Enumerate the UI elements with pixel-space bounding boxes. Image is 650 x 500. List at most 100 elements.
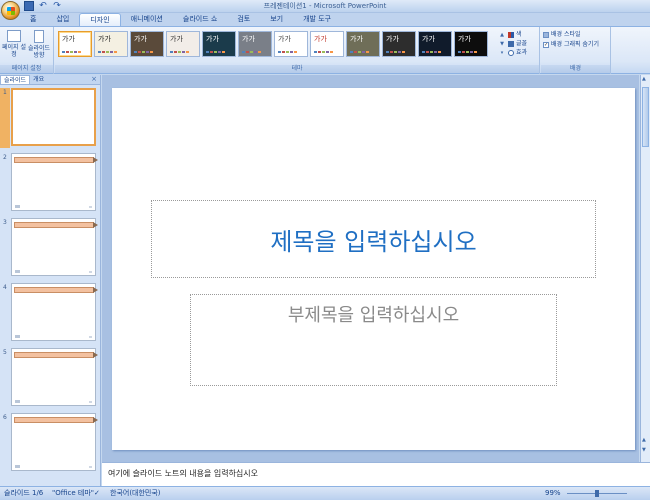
- slide-number: 5: [3, 349, 7, 356]
- next-slide-icon[interactable]: ▼: [642, 447, 646, 453]
- slide-number: 3: [3, 219, 7, 226]
- zoom-level[interactable]: 99%: [545, 487, 561, 500]
- vertical-scrollbar[interactable]: ▲ ▲ ▼: [640, 75, 650, 462]
- tab-design[interactable]: 디자인: [79, 13, 121, 26]
- title-bar-shape: [14, 352, 98, 358]
- selection-marker: [0, 88, 10, 148]
- theme-thumbnail[interactable]: 가가: [346, 31, 380, 57]
- title-bar-shape: [14, 417, 98, 423]
- theme-gallery: 가가 가가 가가 가가 가가 가가 가가 가가 가가 가가 가가 가가: [58, 31, 488, 57]
- background-options: 배경 스타일 ✓ 배경 그래픽 숨기기: [543, 30, 599, 50]
- effects-icon: [508, 49, 514, 56]
- tab-review[interactable]: 검토: [227, 13, 260, 26]
- slide-thumbnail[interactable]: [11, 218, 98, 276]
- tab-developer[interactable]: 개발 도구: [293, 13, 341, 26]
- theme-sample-text: 가가: [242, 35, 255, 43]
- slide-number: 1: [3, 89, 7, 96]
- slide-thumbnail[interactable]: [11, 153, 98, 211]
- slide-editing-area: 제목을 입력하십시오 부제목을 입력하십시오: [102, 75, 639, 462]
- zoom-knob[interactable]: [595, 490, 599, 497]
- footer-mark: [15, 400, 20, 403]
- status-bar: 슬라이드 1/6 "Office 테마" ✓ 한국어(대한민국) 99%: [0, 486, 650, 500]
- tab-slides[interactable]: 슬라이드: [0, 75, 31, 84]
- slide-thumbnail[interactable]: [11, 413, 98, 471]
- subtitle-placeholder[interactable]: 부제목을 입력하십시오: [190, 294, 557, 386]
- slide-thumbnail-row[interactable]: 4: [0, 283, 101, 345]
- theme-options: 색 글꼴 효과: [508, 30, 527, 57]
- hide-background-graphics[interactable]: ✓ 배경 그래픽 숨기기: [543, 40, 599, 50]
- theme-sample-text: 가가: [98, 35, 111, 43]
- tab-insert[interactable]: 삽입: [46, 13, 79, 26]
- page-number-mark: [89, 466, 92, 468]
- scroll-thumb[interactable]: [642, 87, 649, 147]
- theme-thumbnail[interactable]: 가가: [454, 31, 488, 57]
- slide-thumbnail-row[interactable]: 3: [0, 218, 101, 280]
- gallery-down-icon[interactable]: ▼: [498, 40, 506, 49]
- title-placeholder[interactable]: 제목을 입력하십시오: [151, 200, 596, 278]
- fonts-button[interactable]: 글꼴: [508, 39, 527, 48]
- theme-thumbnail[interactable]: 가가: [382, 31, 416, 57]
- checkbox-icon[interactable]: ✓: [543, 42, 549, 48]
- window-title: 프레젠테이션1 - Microsoft PowerPoint: [263, 2, 387, 10]
- close-icon[interactable]: ×: [91, 75, 97, 84]
- office-logo-icon: [7, 7, 15, 15]
- tab-view[interactable]: 보기: [260, 13, 293, 26]
- notes-pane[interactable]: 여기에 슬라이드 노트의 내용을 입력하십시오: [102, 462, 650, 486]
- theme-thumbnail[interactable]: 가가: [58, 31, 92, 57]
- slide-thumbnail[interactable]: [11, 348, 98, 406]
- spellcheck-icon[interactable]: ✓: [94, 487, 100, 500]
- colors-icon: [508, 31, 514, 38]
- slide-orientation-button[interactable]: 슬라이드 방향: [27, 30, 51, 59]
- tab-home[interactable]: 홈: [20, 13, 46, 26]
- slide-thumbnail-row[interactable]: 6: [0, 413, 101, 475]
- office-button[interactable]: [1, 1, 20, 20]
- footer-mark: [15, 465, 20, 468]
- slide-thumbnail[interactable]: [11, 88, 96, 146]
- theme-thumbnail[interactable]: 가가: [94, 31, 128, 57]
- gallery-scroll[interactable]: ▲ ▼ ▾: [498, 31, 506, 59]
- gallery-up-icon[interactable]: ▲: [498, 31, 506, 40]
- slide-thumbnail-row[interactable]: 5: [0, 348, 101, 410]
- slide-thumbnail-row[interactable]: 1: [0, 88, 101, 150]
- theme-thumbnail[interactable]: 가가: [274, 31, 308, 57]
- background-styles-button[interactable]: 배경 스타일: [543, 30, 599, 40]
- theme-thumbnail[interactable]: 가가: [310, 31, 344, 57]
- footer-mark: [15, 335, 20, 338]
- slide-thumbnail-row[interactable]: 2: [0, 153, 101, 215]
- theme-thumbnail[interactable]: 가가: [166, 31, 200, 57]
- page-setup-group-label: 페이지 설정: [0, 65, 53, 73]
- slide-number: 4: [3, 284, 7, 291]
- title-bar-shape: [14, 287, 98, 293]
- slide-canvas[interactable]: 제목을 입력하십시오 부제목을 입력하십시오: [112, 88, 635, 450]
- page-number-mark: [89, 401, 92, 403]
- prev-slide-icon[interactable]: ▲: [642, 437, 646, 443]
- theme-thumbnail[interactable]: 가가: [238, 31, 272, 57]
- theme-sample-text: 가가: [422, 35, 435, 43]
- scroll-up-icon[interactable]: ▲: [642, 76, 646, 82]
- theme-sample-text: 가가: [170, 35, 183, 43]
- gallery-more-icon[interactable]: ▾: [498, 49, 506, 58]
- theme-sample-text: 가가: [134, 35, 147, 43]
- fonts-icon: [508, 40, 514, 47]
- theme-sample-text: 가가: [386, 35, 399, 43]
- tab-outline[interactable]: 개요: [30, 75, 47, 84]
- background-group-label: 배경: [541, 65, 610, 73]
- tab-animations[interactable]: 애니메이션: [121, 13, 173, 26]
- slide-counter: 슬라이드 1/6: [4, 489, 44, 497]
- footer-mark: [15, 205, 20, 208]
- page-setup-icon: [7, 30, 21, 42]
- slides-pane: 슬라이드 개요 × 1 2 3 4 5 6: [0, 75, 101, 486]
- theme-thumbnail[interactable]: 가가: [418, 31, 452, 57]
- page-number-mark: [89, 271, 92, 273]
- theme-thumbnail[interactable]: 가가: [130, 31, 164, 57]
- background-styles-icon: [543, 32, 549, 38]
- tab-slideshow[interactable]: 슬라이드 쇼: [173, 13, 227, 26]
- language[interactable]: 한국어(대한민국): [110, 487, 161, 500]
- title-bar-shape: [14, 222, 98, 228]
- effects-button[interactable]: 효과: [508, 48, 527, 57]
- slide-thumbnail[interactable]: [11, 283, 98, 341]
- theme-sample-text: 가가: [458, 35, 471, 43]
- page-setup-button[interactable]: 페이지 설정: [2, 30, 26, 58]
- theme-thumbnail[interactable]: 가가: [202, 31, 236, 57]
- colors-button[interactable]: 색: [508, 30, 527, 39]
